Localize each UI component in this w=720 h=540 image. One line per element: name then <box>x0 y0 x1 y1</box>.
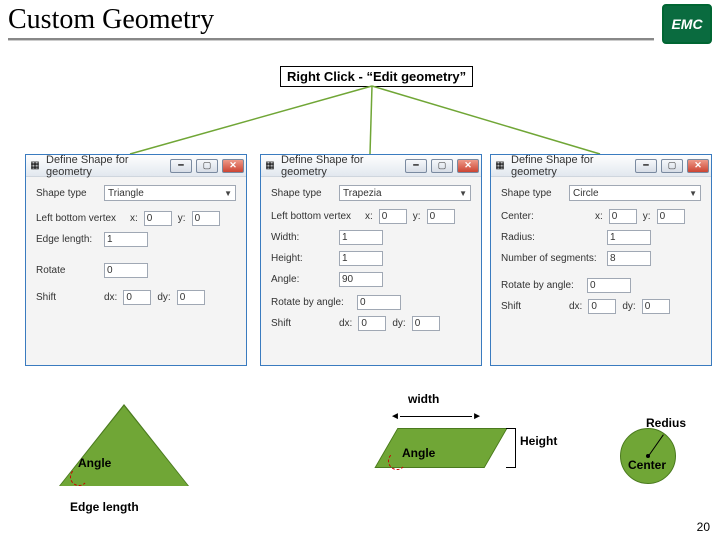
instruction-box: Right Click - “Edit geometry” <box>280 66 473 87</box>
height-input[interactable]: 1 <box>339 251 383 266</box>
shape-type-combo[interactable]: Circle ▼ <box>569 185 701 201</box>
slide-number: 20 <box>697 520 710 534</box>
y-input[interactable]: 0 <box>427 209 455 224</box>
minimize-button[interactable]: ━ <box>635 159 657 173</box>
chevron-down-icon: ▼ <box>224 189 232 198</box>
dialog-circle: ▦ Define Shape for geometry ━ ▢ ✕ Shape … <box>490 154 712 366</box>
dialog-titlebar: ▦ Define Shape for geometry ━ ▢ ✕ <box>261 155 481 177</box>
shift-label: Shift <box>271 318 333 329</box>
close-button[interactable]: ✕ <box>457 159 479 173</box>
height-brace <box>506 428 516 468</box>
trapezia-angle-label: Angle <box>402 446 435 460</box>
dx-input[interactable]: 0 <box>123 290 151 305</box>
dialog-triangle: ▦ Define Shape for geometry ━ ▢ ✕ Shape … <box>25 154 247 366</box>
y-input[interactable]: 0 <box>657 209 685 224</box>
shift-label: Shift <box>36 292 98 303</box>
dialog-title: Define Shape for geometry <box>511 154 631 178</box>
close-button[interactable]: ✕ <box>687 159 709 173</box>
close-button[interactable]: ✕ <box>222 159 244 173</box>
angle-input[interactable]: 90 <box>339 272 383 287</box>
chevron-down-icon: ▼ <box>459 189 467 198</box>
radius-label: Radius: <box>501 232 601 243</box>
dialog-title: Define Shape for geometry <box>281 154 401 178</box>
triangle-edge-label: Edge length <box>70 500 139 514</box>
radius-label: Redius <box>646 416 686 430</box>
dy-input[interactable]: 0 <box>177 290 205 305</box>
height-label: Height: <box>271 253 333 264</box>
dy-input[interactable]: 0 <box>412 316 440 331</box>
x-input[interactable]: 0 <box>144 211 172 226</box>
title-rule <box>8 38 654 40</box>
minimize-button[interactable]: ━ <box>170 159 192 173</box>
dx-input[interactable]: 0 <box>358 316 386 331</box>
dialog-titlebar: ▦ Define Shape for geometry ━ ▢ ✕ <box>26 155 246 177</box>
vertex-label: Left bottom vertex <box>271 211 359 222</box>
window-icon: ▦ <box>28 159 42 173</box>
triangle-angle-label: Angle <box>78 456 111 470</box>
maximize-button[interactable]: ▢ <box>661 159 683 173</box>
window-icon: ▦ <box>493 159 507 173</box>
rotate-input[interactable]: 0 <box>587 278 631 293</box>
rotate-label: Rotate by angle: <box>271 297 351 308</box>
radius-input[interactable]: 1 <box>607 230 651 245</box>
triangle-angle-arc <box>70 468 88 486</box>
vertex-label: Left bottom vertex <box>36 213 124 224</box>
center-label: Center <box>628 458 666 472</box>
minimize-button[interactable]: ━ <box>405 159 427 173</box>
shape-type-combo[interactable]: Triangle ▼ <box>104 185 236 201</box>
y-input[interactable]: 0 <box>192 211 220 226</box>
segments-input[interactable]: 8 <box>607 251 651 266</box>
rotate-input[interactable]: 0 <box>104 263 148 278</box>
edge-length-label: Edge length: <box>36 234 98 245</box>
angle-label: Angle: <box>271 274 333 285</box>
dialog-title: Define Shape for geometry <box>46 154 166 178</box>
dialog-titlebar: ▦ Define Shape for geometry ━ ▢ ✕ <box>491 155 711 177</box>
chevron-down-icon: ▼ <box>689 189 697 198</box>
page-title: Custom Geometry <box>8 4 654 36</box>
dy-input[interactable]: 0 <box>642 299 670 314</box>
width-input[interactable]: 1 <box>339 230 383 245</box>
dialog-trapezia: ▦ Define Shape for geometry ━ ▢ ✕ Shape … <box>260 154 482 366</box>
edge-length-input[interactable]: 1 <box>104 232 148 247</box>
shape-type-combo[interactable]: Trapezia ▼ <box>339 185 471 201</box>
shift-label: Shift <box>501 301 563 312</box>
shape-type-label: Shape type <box>501 188 563 199</box>
rotate-label: Rotate by angle: <box>501 280 581 291</box>
rotate-input[interactable]: 0 <box>357 295 401 310</box>
width-label: Width: <box>271 232 333 243</box>
trapezia-height-label: Height <box>520 434 557 448</box>
shape-type-label: Shape type <box>271 188 333 199</box>
x-input[interactable]: 0 <box>379 209 407 224</box>
maximize-button[interactable]: ▢ <box>431 159 453 173</box>
x-input[interactable]: 0 <box>609 209 637 224</box>
shape-type-label: Shape type <box>36 188 98 199</box>
title-bar: Custom Geometry EMC <box>0 0 720 44</box>
center-label: Center: <box>501 211 589 222</box>
window-icon: ▦ <box>263 159 277 173</box>
segments-label: Number of segments: <box>501 253 601 264</box>
rotate-label: Rotate <box>36 265 98 276</box>
width-arrows: ◄► <box>390 408 482 424</box>
emc-logo: EMC <box>662 4 712 44</box>
maximize-button[interactable]: ▢ <box>196 159 218 173</box>
dx-input[interactable]: 0 <box>588 299 616 314</box>
trapezia-width-label: width <box>408 392 439 406</box>
